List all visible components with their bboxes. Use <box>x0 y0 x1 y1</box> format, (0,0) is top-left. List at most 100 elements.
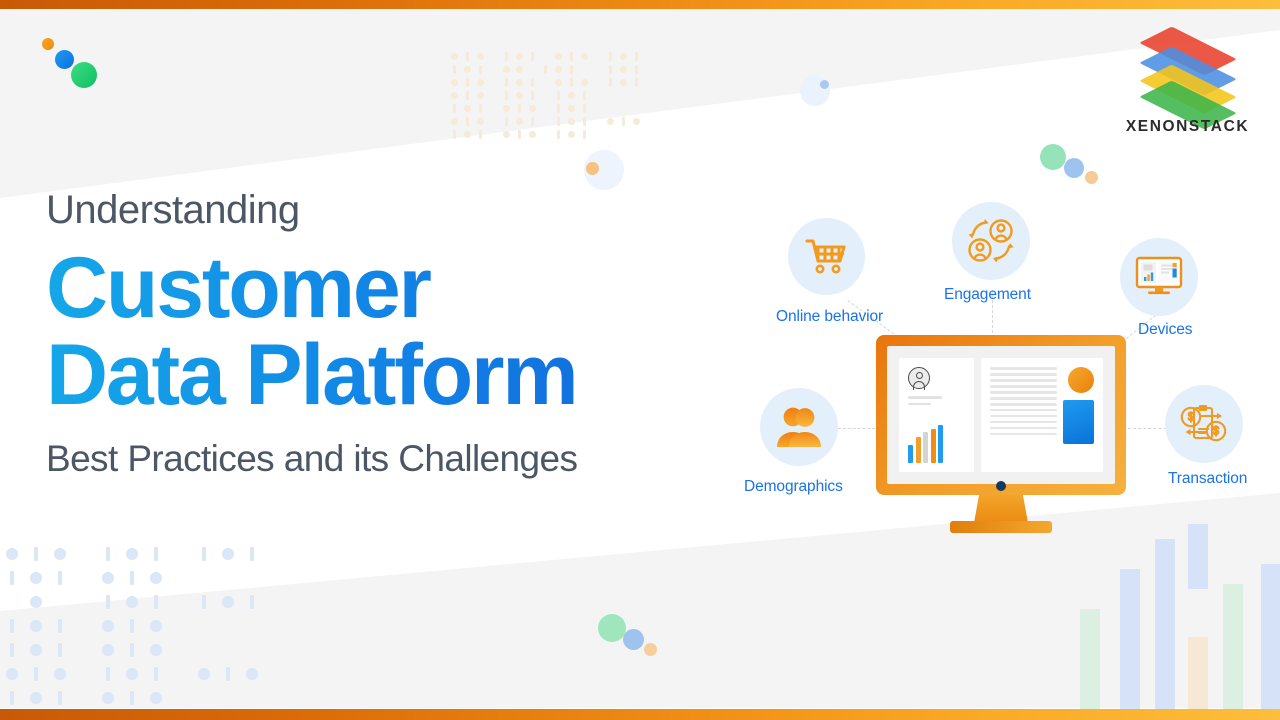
binary-cell <box>72 662 96 686</box>
binary-cell <box>487 63 500 76</box>
binary-bar <box>531 91 534 100</box>
binary-cell <box>168 542 192 566</box>
binary-dot <box>568 131 575 138</box>
binary-dot <box>477 53 484 60</box>
binary-cell <box>474 63 487 76</box>
binary-cell <box>264 542 288 566</box>
orange-circle-shape <box>1068 367 1094 393</box>
binary-cell <box>240 686 264 710</box>
binary-cell <box>487 128 500 141</box>
binary-cell <box>144 614 168 638</box>
logo-stack-icon <box>1120 22 1255 130</box>
binary-bar <box>570 78 573 87</box>
binary-dot <box>53 667 67 681</box>
monitor-power-dot <box>996 481 1006 491</box>
binary-bar <box>635 65 638 74</box>
binary-bar <box>583 104 586 113</box>
text-line <box>990 390 1057 394</box>
online-behavior-label: Online behavior <box>776 308 884 325</box>
binary-cell <box>24 614 48 638</box>
binary-cell <box>48 662 72 686</box>
monitor-base <box>950 521 1052 533</box>
binary-bar <box>453 130 456 139</box>
binary-dot <box>464 66 471 73</box>
decor-bar <box>1261 564 1280 709</box>
binary-dot <box>516 92 523 99</box>
binary-cell <box>264 614 288 638</box>
logo-wordmark: XENONSTACK <box>1125 118 1250 135</box>
binary-cell <box>591 102 604 115</box>
binary-cell <box>264 662 288 686</box>
binary-cell <box>604 128 617 141</box>
binary-dot <box>503 66 510 73</box>
binary-dot <box>633 118 640 125</box>
binary-cell <box>72 542 96 566</box>
binary-cell <box>500 63 513 76</box>
binary-dot <box>516 79 523 86</box>
binary-cell <box>565 115 578 128</box>
green-dot-icon <box>71 62 97 88</box>
binary-cell <box>487 102 500 115</box>
binary-bar <box>466 78 469 87</box>
dot-cluster-topleft <box>42 38 112 93</box>
pale-bubble-decor-2 <box>800 76 830 106</box>
binary-bar <box>557 117 560 126</box>
binary-dot <box>149 571 163 585</box>
binary-cell <box>144 542 168 566</box>
binary-cell <box>617 89 630 102</box>
monitor-icon <box>1135 256 1183 295</box>
binary-cell <box>96 590 120 614</box>
binary-bar <box>531 52 534 61</box>
binary-cell <box>617 63 630 76</box>
binary-cell <box>500 128 513 141</box>
binary-cell <box>48 542 72 566</box>
online-behavior-bubble <box>788 218 865 295</box>
binary-cell <box>500 50 513 63</box>
binary-dot <box>477 79 484 86</box>
binary-cell <box>578 50 591 63</box>
slide-canvas: XENONSTACK Understanding Customer Data P… <box>0 0 1280 720</box>
binary-bar <box>505 117 508 126</box>
binary-cell <box>72 638 96 662</box>
text-line <box>990 420 1057 424</box>
binary-cell <box>240 614 264 638</box>
binary-dot <box>503 131 510 138</box>
shopping-cart-icon <box>805 239 845 273</box>
binary-cell <box>264 566 288 590</box>
binary-cell <box>144 662 168 686</box>
binary-cell <box>539 89 552 102</box>
binary-cell <box>24 566 48 590</box>
binary-cell <box>192 614 216 638</box>
binary-cell <box>461 76 474 89</box>
binary-cell <box>192 566 216 590</box>
binary-bar <box>466 117 469 126</box>
binary-cell <box>216 566 240 590</box>
subtitle-text: Best Practices and its Challenges <box>46 437 578 479</box>
binary-cell <box>539 115 552 128</box>
binary-cell <box>264 638 288 662</box>
binary-cell <box>120 662 144 686</box>
binary-cell <box>96 686 120 710</box>
binary-bar <box>10 642 14 658</box>
binary-cell <box>96 566 120 590</box>
binary-cell <box>168 662 192 686</box>
binary-cell <box>461 63 474 76</box>
binary-dot <box>53 547 67 561</box>
binary-cell <box>72 566 96 590</box>
pastel-green-circle-icon <box>1040 144 1066 170</box>
decor-bar <box>1080 609 1100 709</box>
binary-cell <box>539 102 552 115</box>
binary-dot <box>555 79 562 86</box>
binary-bar <box>58 690 62 706</box>
binary-cell <box>617 102 630 115</box>
title-line-2: Data Platform <box>46 328 746 422</box>
binary-bar <box>531 78 534 87</box>
binary-cell <box>192 590 216 614</box>
binary-bar <box>518 104 521 113</box>
binary-cell <box>526 50 539 63</box>
binary-cell <box>168 590 192 614</box>
binary-dot <box>29 571 43 585</box>
mini-bar <box>938 425 943 463</box>
binary-cell <box>513 63 526 76</box>
binary-cell <box>526 76 539 89</box>
